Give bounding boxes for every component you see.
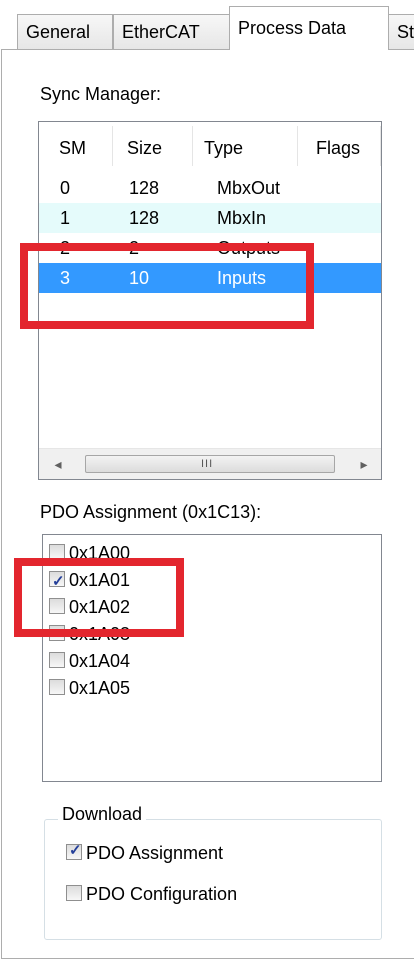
grip-icon: III <box>201 458 214 470</box>
highlight-box-pdo <box>14 558 184 637</box>
column-header-type[interactable]: Type <box>204 122 243 170</box>
column-header-size[interactable]: Size <box>127 122 162 170</box>
pdo-item-label: 0x1A05 <box>69 678 131 698</box>
checkbox[interactable] <box>66 885 82 902</box>
checkbox-checked[interactable] <box>66 841 82 861</box>
horizontal-scrollbar[interactable]: ◂ III ▸ <box>39 448 381 479</box>
column-header-sm[interactable]: SM <box>59 122 86 170</box>
checkbox[interactable] <box>49 679 65 696</box>
cell-type: MbxIn <box>217 208 267 228</box>
option-label: PDO Assignment <box>86 843 224 863</box>
cell-size: 128 <box>129 208 160 228</box>
option-label: PDO Configuration <box>86 884 238 904</box>
cell-size: 128 <box>129 178 160 198</box>
tab-startup[interactable]: Startup <box>388 14 414 50</box>
cell-sm: 0 <box>60 178 71 198</box>
download-group-title: Download <box>58 804 147 825</box>
pdo-item-0x1a05[interactable]: 0x1A05 <box>49 675 130 702</box>
cell-sm: 1 <box>60 208 71 228</box>
sync-manager-header: SM Size Type Flags <box>39 122 381 170</box>
highlight-box-sync-manager <box>20 243 314 329</box>
sync-manager-label: Sync Manager: <box>40 84 162 104</box>
tab-strip: General EtherCAT Startup Process Data <box>0 0 414 50</box>
sync-manager-row-0[interactable]: 0 128 MbxOut <box>39 173 381 203</box>
tab-general[interactable]: General <box>17 14 113 50</box>
tab-process-data[interactable]: Process Data <box>229 6 389 50</box>
cell-type: MbxOut <box>217 178 281 198</box>
download-pdo-assignment-option[interactable]: PDO Assignment <box>66 841 224 864</box>
pdo-item-0x1a04[interactable]: 0x1A04 <box>49 648 130 675</box>
checkbox[interactable] <box>49 652 65 669</box>
column-header-flags[interactable]: Flags <box>316 122 360 170</box>
tab-ethercat[interactable]: EtherCAT <box>113 14 231 50</box>
download-group <box>44 819 382 940</box>
scroll-thumb[interactable]: III <box>85 455 335 473</box>
download-pdo-configuration-option[interactable]: PDO Configuration <box>66 884 237 905</box>
scroll-right-arrow-icon[interactable]: ▸ <box>349 449 379 479</box>
scroll-left-arrow-icon[interactable]: ◂ <box>43 449 73 479</box>
sync-manager-row-1[interactable]: 1 128 MbxIn <box>39 203 381 233</box>
pdo-item-label: 0x1A04 <box>69 651 131 671</box>
pdo-assignment-label: PDO Assignment (0x1C13): <box>40 502 262 522</box>
